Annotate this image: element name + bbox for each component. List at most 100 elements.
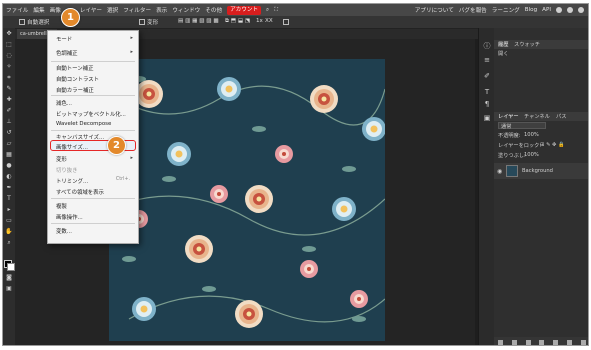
pen-tool-icon[interactable]: ✒ [5, 184, 13, 192]
character-icon[interactable]: T [483, 88, 491, 96]
layer-name[interactable]: Background [522, 168, 553, 174]
menu-blog[interactable]: Blog [525, 7, 537, 13]
menu-item-duplicate[interactable]: 複製 [56, 202, 67, 210]
lock-icons[interactable]: ⊞ ✎ ✥ 🔒 [540, 142, 564, 148]
menu-about[interactable]: アプリについて [415, 6, 454, 14]
blend-mode-select[interactable]: 通常 [498, 122, 546, 130]
move-tool-icon[interactable]: ✥ [5, 30, 13, 38]
history-brush-icon[interactable]: ↺ [5, 129, 13, 137]
facebook-icon[interactable] [578, 7, 584, 13]
quick-mask-icon[interactable]: ◙ [5, 274, 13, 282]
brush-panel-icon[interactable]: ✐ [483, 72, 491, 80]
eraser-tool-icon[interactable]: ▱ [5, 140, 13, 148]
tab-layers[interactable]: レイヤー [498, 113, 519, 120]
zoom-label[interactable]: 1x [256, 18, 263, 24]
menu-select[interactable]: 選択 [107, 6, 118, 14]
menu-edit[interactable]: 編集 [33, 6, 44, 14]
twitter-icon[interactable] [567, 7, 573, 13]
menu-report-bug[interactable]: バグを報告 [459, 6, 487, 14]
fill-value[interactable]: 100% [524, 152, 539, 158]
menubar-right: アプリについて バグを報告 ラーニング Blog API [415, 4, 584, 16]
menu-filter[interactable]: フィルター [123, 6, 151, 14]
hand-tool-icon[interactable]: ✋ [5, 228, 13, 236]
adjustment-icon[interactable] [525, 339, 531, 345]
menu-item-auto-color[interactable]: 自動カラー補正 [56, 86, 94, 94]
info-icon[interactable]: ⓘ [483, 42, 491, 50]
clone-stamp-icon[interactable]: ⊥ [5, 118, 13, 126]
properties-icon[interactable]: ≡ [483, 56, 491, 64]
menu-item-variables[interactable]: 変数... [56, 227, 72, 235]
type-tool-icon[interactable]: T [5, 195, 13, 203]
menu-item-crop[interactable]: 切り抜き [56, 166, 78, 174]
crop-tool-icon[interactable]: ⌗ [5, 74, 13, 82]
extra-label[interactable]: XX [265, 18, 273, 24]
layer-effects-icon[interactable] [512, 339, 518, 345]
dodge-tool-icon[interactable]: ◐ [5, 173, 13, 181]
menu-item-auto-contrast[interactable]: 自動コントラスト [56, 75, 99, 83]
right-panels: 履歴 スウォッチ 開く レイヤー チャンネル パス 通常 不透明度: 100% … [494, 28, 588, 345]
menu-window[interactable]: ウィンドウ [172, 6, 200, 14]
marquee-tool-icon[interactable]: ⬚ [5, 41, 13, 49]
tab-paths[interactable]: パス [556, 113, 566, 120]
menu-item-apply-image[interactable]: 画像操作... [56, 213, 83, 221]
opacity-value[interactable]: 100% [524, 132, 539, 138]
healing-brush-icon[interactable]: ✚ [5, 96, 13, 104]
menu-account[interactable]: アカウント [227, 5, 262, 15]
menu-item-canvas-size[interactable]: キャンバスサイズ... [56, 133, 104, 141]
delete-icon[interactable] [580, 339, 586, 345]
menu-item-adjustments[interactable]: 色調補正 [56, 49, 78, 57]
transform-checkbox[interactable] [139, 19, 145, 25]
reddit-icon[interactable] [556, 7, 562, 13]
menu-item-wavelet[interactable]: Wavelet Decompose [56, 121, 111, 127]
align-icons[interactable]: ▤ ▥ ▦ ▧ ▨ ▩ [178, 18, 219, 24]
menu-file[interactable]: ファイル [6, 6, 28, 14]
blur-tool-icon[interactable]: ● [5, 162, 13, 170]
lasso-tool-icon[interactable]: ◌ [5, 52, 13, 60]
link-layers-icon[interactable] [498, 339, 504, 345]
menu-layer[interactable]: レイヤー [80, 6, 102, 14]
new-layer-icon[interactable] [566, 339, 572, 345]
background-color-swatch[interactable] [7, 263, 15, 271]
visibility-eye-icon[interactable]: ◉ [497, 168, 502, 175]
fullscreen-icon[interactable]: ⛶ [274, 7, 278, 14]
search-icon[interactable]: ⌕ [266, 7, 269, 14]
gradient-tool-icon[interactable]: ▦ [5, 151, 13, 159]
tab-channels[interactable]: チャンネル [524, 113, 550, 120]
menu-item-reduce-colors[interactable]: 減色... [56, 99, 72, 107]
menu-item-auto-tone[interactable]: 自動トーン補正 [56, 64, 93, 72]
mask-icon[interactable] [539, 339, 545, 345]
menu-learning[interactable]: ラーニング [492, 6, 520, 14]
paragraph-icon[interactable]: ¶ [483, 100, 491, 108]
opacity-label: 不透明度: [498, 133, 521, 139]
menu-item-trim[interactable]: トリミング... [56, 177, 88, 185]
menu-view[interactable]: 表示 [156, 6, 167, 14]
menu-item-mode[interactable]: モード [56, 35, 72, 43]
menu-api[interactable]: API [542, 7, 551, 13]
distribute-icons[interactable]: ⧉ ⬒ ⬓ ⬔ [225, 18, 250, 25]
menu-item-transform[interactable]: 変形 [56, 155, 67, 163]
floral-pattern [109, 59, 385, 341]
menu-item-reveal-all[interactable]: すべての領域を表示 [56, 188, 104, 196]
eyedropper-icon[interactable]: ✎ [5, 85, 13, 93]
layer-row[interactable]: ◉ Background [494, 163, 588, 179]
options-icon[interactable] [283, 19, 289, 25]
tab-swatches[interactable]: スウォッチ [514, 41, 540, 48]
layers-footer [494, 337, 588, 345]
shape-tool-icon[interactable]: ▭ [5, 217, 13, 225]
auto-select-checkbox[interactable] [19, 19, 25, 25]
image-dropdown-menu: モード ▸ 色調補正 ▸ 自動トーン補正 自動コントラスト 自動カラー補正 減色… [47, 30, 139, 244]
floral-artwork-image[interactable] [109, 59, 385, 341]
brush-tool-icon[interactable]: ✐ [5, 107, 13, 115]
history-entry[interactable]: 開く [498, 50, 508, 57]
folder-icon[interactable] [553, 339, 559, 345]
menu-item-image-size[interactable]: 画像サイズ... [56, 143, 88, 151]
menu-image[interactable]: 画像 [50, 6, 61, 14]
path-select-icon[interactable]: ▸ [5, 206, 13, 214]
magic-wand-icon[interactable]: ✧ [5, 63, 13, 71]
menu-item-vectorize-bitmap[interactable]: ビットマップをベクトル化... [56, 110, 126, 118]
screen-mode-icon[interactable]: ▣ [5, 285, 13, 293]
css-icon[interactable]: ▣ [483, 114, 491, 122]
menu-more[interactable]: その他 [205, 6, 222, 14]
tab-history[interactable]: 履歴 [498, 41, 508, 48]
zoom-tool-icon[interactable]: ⌕ [5, 239, 13, 247]
